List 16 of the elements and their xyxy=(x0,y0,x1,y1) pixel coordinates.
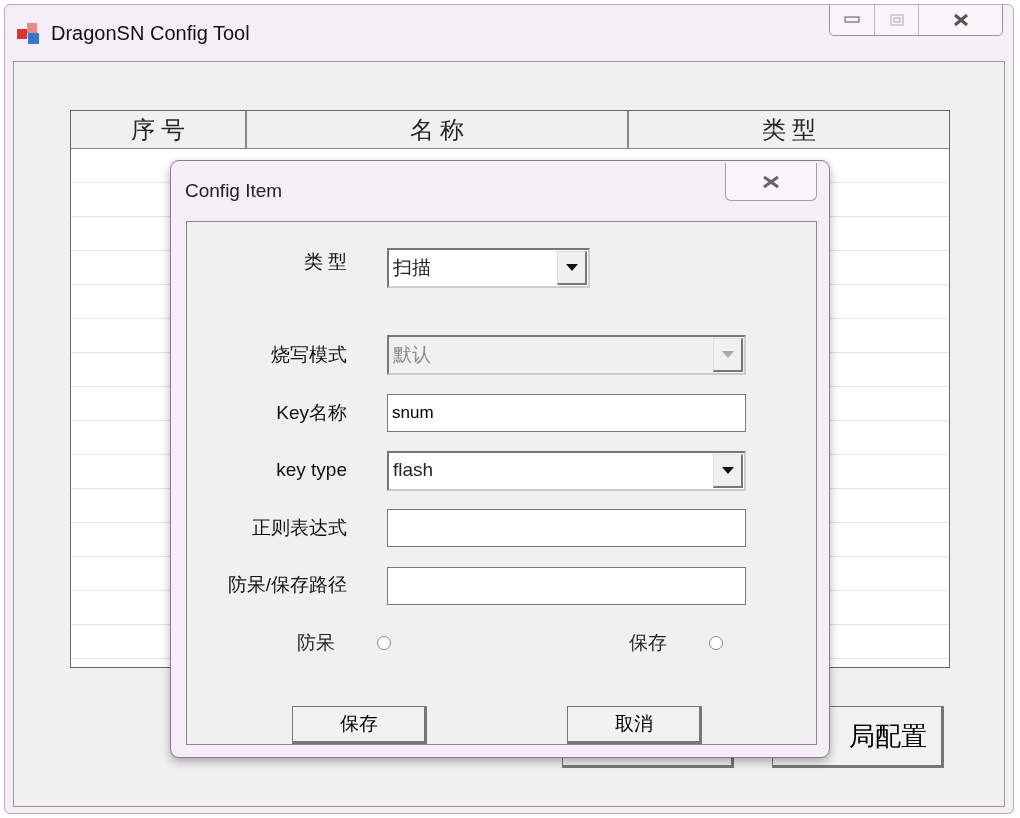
field-label: key type xyxy=(275,458,347,483)
field-label: 烧写模式 xyxy=(270,343,347,368)
dropdown[interactable]: flash xyxy=(387,450,746,491)
field-label: 正则表达式 xyxy=(251,515,347,540)
input-field[interactable]: snum xyxy=(387,394,746,432)
window-title: DragonSN Config Tool xyxy=(51,21,250,46)
radio-label: 保存 xyxy=(629,631,667,655)
field-label: 防呆/保存路径 xyxy=(226,573,347,598)
button[interactable]: 保存 xyxy=(292,706,427,745)
field-label: Key名称 xyxy=(275,400,347,425)
dropdown[interactable]: 扫描 xyxy=(387,248,590,288)
button[interactable]: 取消 xyxy=(567,706,702,745)
column-header[interactable]: 类 型 xyxy=(629,111,949,148)
dialog-title: Config Item xyxy=(185,179,283,203)
field-label: 类 型 xyxy=(302,250,347,274)
radio-label: 防呆 xyxy=(297,631,335,655)
